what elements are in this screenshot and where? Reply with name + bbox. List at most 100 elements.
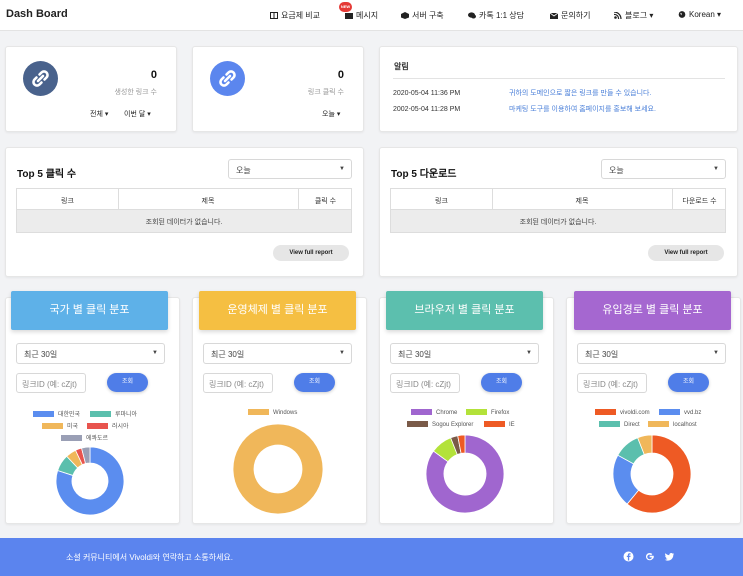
legend-label: Sogou Explorer: [432, 422, 474, 428]
referrer-distribution-title: 유입경로 별 클릭 분포: [574, 291, 731, 330]
legend-swatch: [90, 411, 111, 417]
view-full-report-button[interactable]: View full report: [273, 245, 349, 261]
filter-period-dropdown[interactable]: 이번 달 ▾: [124, 109, 151, 119]
notice-date: 2020-05-04 11:36 PM: [393, 90, 461, 97]
google-icon[interactable]: [644, 551, 655, 562]
legend-label: 에콰도르: [86, 436, 109, 442]
facebook-icon[interactable]: [623, 551, 634, 562]
notice-item: 2020-05-04 11:36 PM 귀하의 도메인으로 짧은 링크를 만들 수…: [393, 88, 651, 98]
table-icon: [270, 12, 278, 19]
column-header-link[interactable]: 링크: [17, 196, 118, 206]
column-header-title[interactable]: 제목: [492, 196, 672, 206]
referrer-period-select[interactable]: 최근 30일 ▼: [577, 343, 726, 364]
top5-downloads-title: Top 5 다운로드: [391, 169, 457, 180]
column-header-downloads[interactable]: 다운로드 수: [672, 196, 727, 206]
view-full-report-button[interactable]: View full report: [648, 245, 724, 261]
browser-donut-chart: [425, 434, 505, 514]
query-button[interactable]: 조회: [107, 373, 148, 392]
legend-swatch: [659, 409, 680, 415]
legend-item: 미국: [42, 421, 78, 430]
nav-server[interactable]: 서버 구축: [401, 10, 444, 21]
legend-swatch: [466, 409, 487, 415]
clicks-period-dropdown[interactable]: 오늘 ▾: [322, 109, 340, 119]
country-donut-chart: [56, 447, 124, 515]
cube-icon: [401, 12, 409, 19]
nav-contact[interactable]: 문의하기: [550, 10, 590, 21]
column-header-clicks[interactable]: 클릭 수: [298, 196, 353, 206]
notice-item: 2002-05-04 11:28 PM 마케팅 도구를 이용하여 홈페이지를 홍보…: [393, 104, 656, 114]
legend-item: Windows: [248, 409, 297, 416]
legend-swatch: [61, 435, 82, 441]
nav-language[interactable]: Korean ▾: [678, 10, 721, 19]
chevron-down-icon: ▼: [339, 350, 345, 356]
legend-label: IE: [509, 422, 515, 428]
os-period-select[interactable]: 최근 30일 ▼: [203, 343, 352, 364]
table-header: 링크 제목 다운로드 수: [391, 189, 725, 210]
legend-item: vvd.bz: [659, 409, 701, 416]
legend-label: Direct: [624, 422, 640, 428]
legend-item: Chrome: [411, 409, 457, 416]
brand-logo[interactable]: Dash Board: [6, 8, 68, 20]
created-links-card: 0 생성한 링크 수 전체 ▾ 이번 달 ▾: [5, 46, 177, 132]
legend-label: Chrome: [436, 410, 458, 416]
link-id-input[interactable]: 링크ID (예: cZjt): [16, 373, 86, 393]
country-period-select[interactable]: 최근 30일 ▼: [16, 343, 165, 364]
link-id-input[interactable]: 링크ID (예: cZjt): [577, 373, 647, 393]
legend-label: Windows: [273, 410, 298, 416]
nav-language-label: Korean: [689, 10, 715, 19]
nav-kakao-label: 카톡 1:1 상담: [479, 11, 525, 20]
browser-distribution-title: 브라우저 별 클릭 분포: [386, 291, 543, 330]
column-header-link[interactable]: 링크: [391, 196, 492, 206]
nav-blog-label: 블로그: [625, 11, 648, 20]
legend-label: Firefox: [491, 410, 510, 416]
chevron-down-icon: ▾: [717, 10, 722, 19]
envelope-icon: [345, 13, 353, 19]
top5-downloads-period-select[interactable]: 오늘 ▼: [601, 159, 726, 179]
legend-swatch: [407, 421, 428, 427]
legend-item: 러시아: [87, 421, 129, 430]
chevron-down-icon: ▼: [339, 166, 345, 172]
country-distribution-title: 국가 별 클릭 분포: [11, 291, 168, 330]
created-links-count: 0: [150, 69, 157, 81]
legend-item: 에콰도르: [61, 433, 108, 442]
top5-clicks-period-select[interactable]: 오늘 ▼: [228, 159, 352, 179]
mail-icon: [550, 12, 558, 19]
os-distribution-title: 운영체제 별 클릭 분포: [199, 291, 356, 330]
nav-message-label: 메시지: [356, 11, 379, 20]
legend-item: vivoldi.com: [595, 409, 650, 416]
notice-link[interactable]: 귀하의 도메인으로 짧은 링크를 만들 수 있습니다.: [509, 90, 651, 97]
os-donut-chart: [232, 423, 324, 515]
empty-message: 조회된 데이터가 없습니다.: [391, 210, 725, 232]
chat-icon: [468, 12, 476, 19]
legend-swatch: [411, 409, 432, 415]
legend-label: vvd.bz: [684, 410, 702, 416]
nav-message[interactable]: 메시지: [345, 10, 378, 21]
period-value: 최근 30일: [585, 350, 619, 359]
link-clicks-count: 0: [337, 69, 344, 81]
query-button[interactable]: 조회: [668, 373, 709, 392]
nav-pricing[interactable]: 요금제 비교: [270, 10, 320, 21]
filter-scope-dropdown[interactable]: 전체 ▾: [90, 109, 108, 119]
period-value: 최근 30일: [24, 350, 58, 359]
link-id-input[interactable]: 링크ID (예: cZjt): [390, 373, 460, 393]
top5-downloads-card: Top 5 다운로드 오늘 ▼ 링크 제목 다운로드 수 조회된 데이터가 없습니…: [379, 147, 738, 277]
query-button[interactable]: 조회: [294, 373, 335, 392]
globe-icon: [678, 11, 686, 18]
filter-scope-value: 전체: [90, 111, 103, 118]
legend-swatch: [42, 423, 63, 429]
nav-blog[interactable]: 블로그 ▾: [614, 10, 653, 21]
notice-date: 2002-05-04 11:28 PM: [393, 106, 461, 113]
twitter-icon[interactable]: [664, 551, 675, 562]
top5-downloads-table: 링크 제목 다운로드 수 조회된 데이터가 없습니다.: [390, 188, 726, 233]
top5-clicks-period-value: 오늘: [236, 166, 251, 175]
footer: 소셜 커뮤니티에서 Vivoldi와 연락하고 소통하세요.: [0, 538, 743, 576]
notice-link[interactable]: 마케팅 도구를 이용하여 홈페이지를 홍보해 보세요.: [509, 106, 656, 113]
link-id-input[interactable]: 링크ID (예: cZjt): [203, 373, 273, 393]
query-button[interactable]: 조회: [481, 373, 522, 392]
donut-slice-windows[interactable]: [232, 423, 324, 515]
nav-kakao[interactable]: 카톡 1:1 상담: [468, 10, 524, 21]
browser-period-select[interactable]: 최근 30일 ▼: [390, 343, 539, 364]
legend-swatch: [248, 409, 269, 415]
legend-swatch: [648, 421, 669, 427]
column-header-title[interactable]: 제목: [118, 196, 298, 206]
